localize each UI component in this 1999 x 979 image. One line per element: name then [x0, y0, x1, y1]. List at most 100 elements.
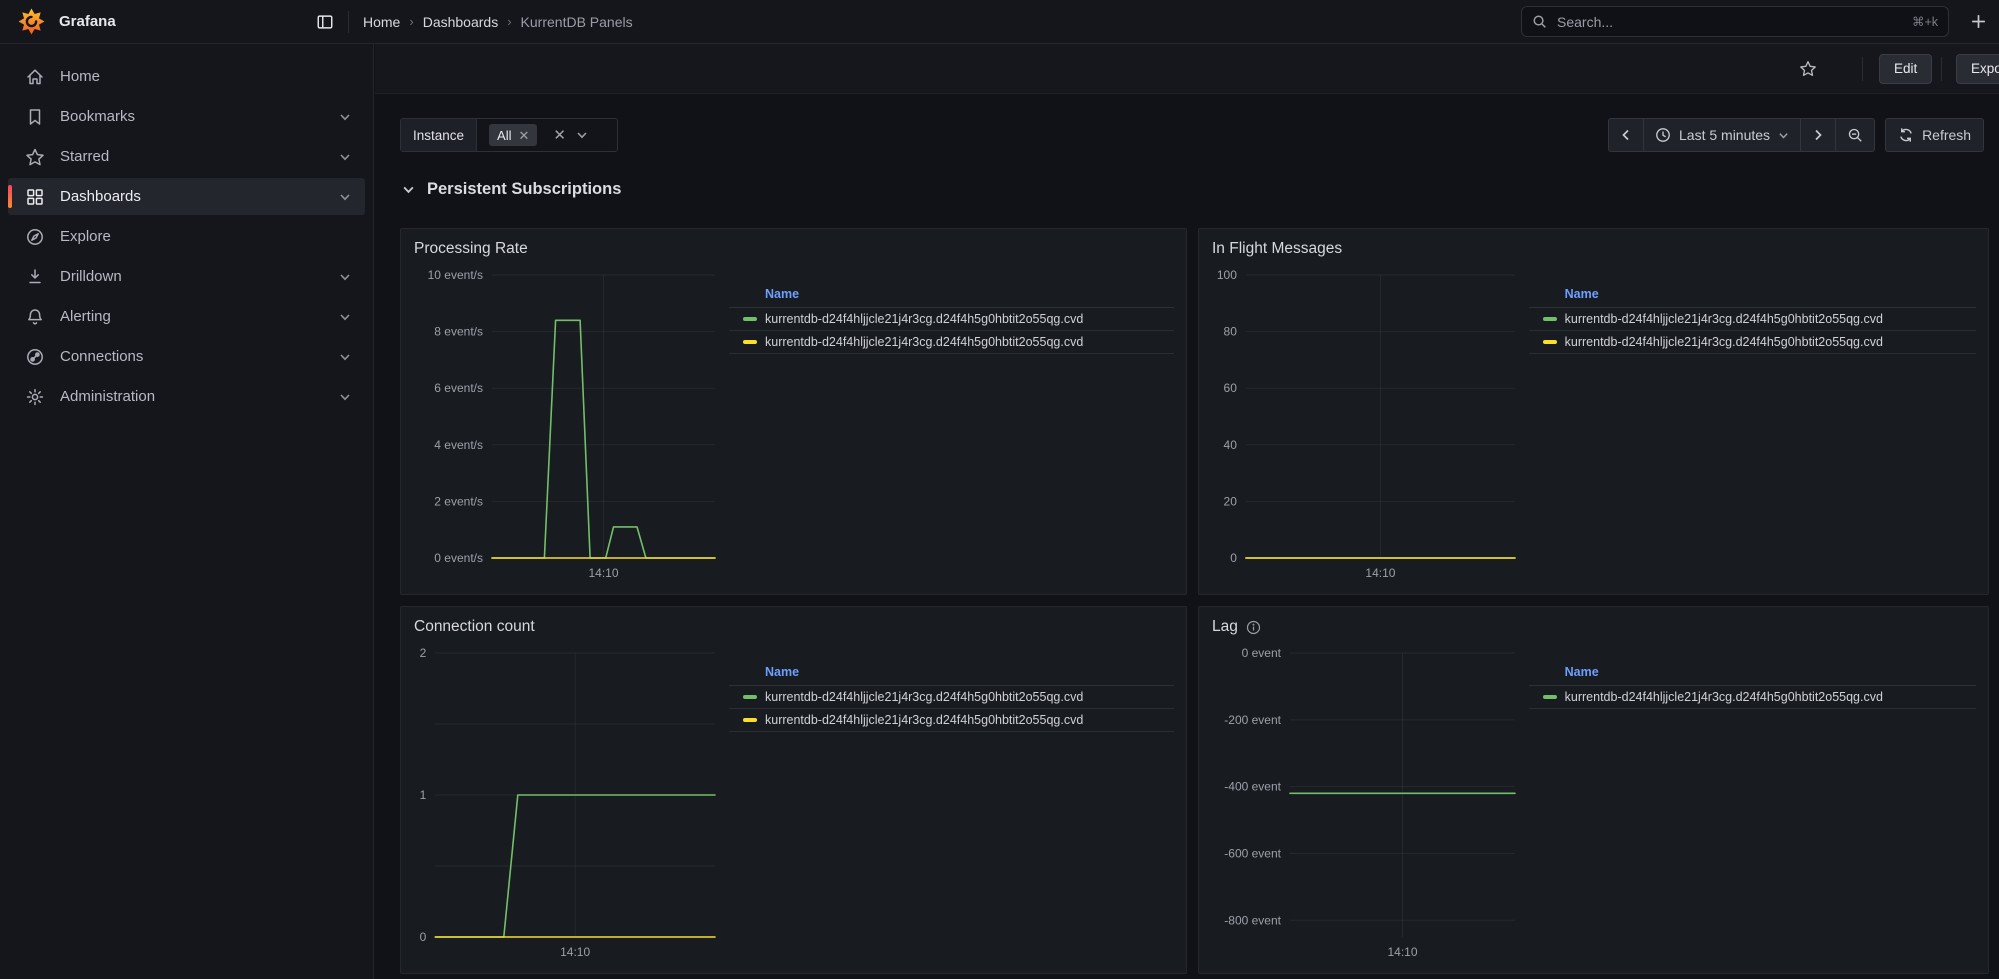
- svg-text:-400 event: -400 event: [1224, 780, 1281, 794]
- sidebar-item-explore[interactable]: Explore: [8, 218, 365, 255]
- legend-name-header[interactable]: Name: [1529, 663, 1976, 686]
- series-color-swatch: [743, 340, 757, 344]
- series-name: kurrentdb-d24f4hljjcle21j4r3cg.d24f4h5g0…: [1565, 312, 1883, 326]
- svg-text:10 event/s: 10 event/s: [428, 268, 483, 282]
- panel-connection-count: Connection count21014:10Name kurrentdb-d2…: [400, 606, 1187, 974]
- instance-filter-value[interactable]: All ✕ ✕: [477, 119, 617, 151]
- toolbar-divider: [1941, 57, 1942, 81]
- star-dashboard-button[interactable]: [1793, 54, 1823, 84]
- svg-text:40: 40: [1224, 438, 1238, 452]
- series-name: kurrentdb-d24f4hljjcle21j4r3cg.d24f4h5g0…: [1565, 690, 1883, 704]
- mega-menu-toggle-button[interactable]: [310, 7, 340, 37]
- svg-text:80: 80: [1224, 325, 1238, 339]
- add-new-button[interactable]: [1963, 7, 1993, 37]
- info-icon[interactable]: [1246, 620, 1261, 635]
- sidebar-item-connections[interactable]: Connections: [8, 338, 365, 375]
- chevron-down-icon: [402, 183, 415, 196]
- legend-row[interactable]: kurrentdb-d24f4hljjcle21j4r3cg.d24f4h5g0…: [729, 709, 1174, 732]
- instance-value-pill[interactable]: All ✕: [489, 124, 537, 146]
- panel-header[interactable]: Connection count: [413, 615, 1174, 639]
- legend-connection-count: Name kurrentdb-d24f4hljjcle21j4r3cg.d24f4…: [729, 641, 1174, 967]
- time-range-picker[interactable]: Last 5 minutes: [1644, 119, 1801, 151]
- svg-text:60: 60: [1224, 381, 1238, 395]
- legend-in-flight-messages: Name kurrentdb-d24f4hljjcle21j4r3cg.d24f4…: [1529, 263, 1976, 588]
- clear-all-icon[interactable]: ✕: [553, 128, 566, 143]
- breadcrumb-item[interactable]: Dashboards: [423, 14, 499, 30]
- chevron-down-icon[interactable]: [339, 391, 351, 403]
- sidebar-item-bookmarks[interactable]: Bookmarks: [8, 98, 365, 135]
- legend-name-header[interactable]: Name: [1529, 285, 1976, 308]
- zoom-out-time-button[interactable]: [1836, 119, 1874, 151]
- sidebar-item-label: Administration: [60, 388, 339, 405]
- chevron-down-icon: [1778, 130, 1789, 141]
- series-name: kurrentdb-d24f4hljjcle21j4r3cg.d24f4h5g0…: [765, 335, 1083, 349]
- sidebar-item-label: Starred: [60, 148, 339, 165]
- edit-button[interactable]: Edit: [1879, 54, 1932, 84]
- sidebar-item-label: Drilldown: [60, 268, 339, 285]
- svg-text:8 event/s: 8 event/s: [434, 325, 483, 339]
- panel-header[interactable]: Processing Rate: [413, 237, 1174, 261]
- bookmark-icon: [25, 107, 45, 127]
- time-shift-back-button[interactable]: [1609, 119, 1644, 151]
- sidebar-item-administration[interactable]: Administration: [8, 378, 365, 415]
- chevron-down-icon[interactable]: [339, 271, 351, 283]
- legend-row[interactable]: kurrentdb-d24f4hljjcle21j4r3cg.d24f4h5g0…: [1529, 308, 1976, 331]
- legend-row[interactable]: kurrentdb-d24f4hljjcle21j4r3cg.d24f4h5g0…: [729, 686, 1174, 709]
- breadcrumb-item[interactable]: Home: [363, 14, 400, 30]
- series-name: kurrentdb-d24f4hljjcle21j4r3cg.d24f4h5g0…: [765, 312, 1083, 326]
- series-color-swatch: [1543, 695, 1557, 699]
- panel-header[interactable]: Lag: [1211, 615, 1976, 639]
- refresh-button[interactable]: Refresh: [1886, 119, 1983, 151]
- legend-row[interactable]: kurrentdb-d24f4hljjcle21j4r3cg.d24f4h5g0…: [1529, 686, 1976, 709]
- chevron-down-icon[interactable]: [339, 151, 351, 163]
- svg-text:0: 0: [1230, 551, 1237, 565]
- brand-label: Grafana: [59, 13, 116, 30]
- sidebar-item-label: Connections: [60, 348, 339, 365]
- sidebar-item-label: Alerting: [60, 308, 339, 325]
- home-icon: [25, 67, 45, 87]
- chevron-down-icon[interactable]: [339, 191, 351, 203]
- series-name: kurrentdb-d24f4hljjcle21j4r3cg.d24f4h5g0…: [765, 690, 1083, 704]
- top-bar: Grafana Home›Dashboards›KurrentDB Panels…: [0, 0, 1999, 44]
- svg-text:100: 100: [1217, 268, 1237, 282]
- grafana-logo-icon: [18, 8, 45, 35]
- export-button[interactable]: Export: [1956, 54, 1999, 84]
- breadcrumb-item: KurrentDB Panels: [521, 14, 633, 30]
- clock-icon: [1655, 127, 1671, 143]
- search-input[interactable]: [1555, 13, 1904, 31]
- search-shortcut: ⌘+k: [1912, 14, 1938, 29]
- chevron-down-icon[interactable]: [576, 129, 588, 141]
- legend-row[interactable]: kurrentdb-d24f4hljjcle21j4r3cg.d24f4h5g0…: [1529, 331, 1976, 354]
- svg-text:14:10: 14:10: [588, 566, 618, 580]
- legend-lag: Name kurrentdb-d24f4hljjcle21j4r3cg.d24f4…: [1529, 641, 1976, 967]
- svg-text:0 event/s: 0 event/s: [434, 551, 483, 565]
- dashboard-toolbar: Edit Export: [375, 44, 1999, 94]
- sidebar-item-starred[interactable]: Starred: [8, 138, 365, 175]
- series-color-swatch: [743, 695, 757, 699]
- time-shift-forward-button[interactable]: [1801, 119, 1836, 151]
- chart-connection-count: 21014:10: [413, 641, 725, 967]
- svg-text:4 event/s: 4 event/s: [434, 438, 483, 452]
- search-box[interactable]: ⌘+k: [1521, 6, 1949, 37]
- sidebar-item-drilldown[interactable]: Drilldown: [8, 258, 365, 295]
- section-row-persistent-subscriptions[interactable]: Persistent Subscriptions: [402, 180, 621, 199]
- panel-title: Processing Rate: [414, 240, 528, 258]
- svg-text:6 event/s: 6 event/s: [434, 381, 483, 395]
- sidebar-item-home[interactable]: Home: [8, 58, 365, 95]
- panel-header[interactable]: In Flight Messages: [1211, 237, 1976, 261]
- sidebar-item-label: Explore: [60, 228, 351, 245]
- sidebar-item-dashboards[interactable]: Dashboards: [8, 178, 365, 215]
- remove-value-icon[interactable]: ✕: [519, 129, 530, 142]
- legend-name-header[interactable]: Name: [729, 663, 1174, 686]
- sidebar-item-alerting[interactable]: Alerting: [8, 298, 365, 335]
- legend-row[interactable]: kurrentdb-d24f4hljjcle21j4r3cg.d24f4h5g0…: [729, 331, 1174, 354]
- chevron-down-icon[interactable]: [339, 111, 351, 123]
- svg-text:2 event/s: 2 event/s: [434, 494, 483, 508]
- legend-name-header[interactable]: Name: [729, 285, 1174, 308]
- sidebar-nav: HomeBookmarks Starred Dashboards Explore Dri…: [0, 44, 374, 979]
- chevron-down-icon[interactable]: [339, 311, 351, 323]
- series-name: kurrentdb-d24f4hljjcle21j4r3cg.d24f4h5g0…: [1565, 335, 1883, 349]
- legend-row[interactable]: kurrentdb-d24f4hljjcle21j4r3cg.d24f4h5g0…: [729, 308, 1174, 331]
- gear-icon: [25, 387, 45, 407]
- chevron-down-icon[interactable]: [339, 351, 351, 363]
